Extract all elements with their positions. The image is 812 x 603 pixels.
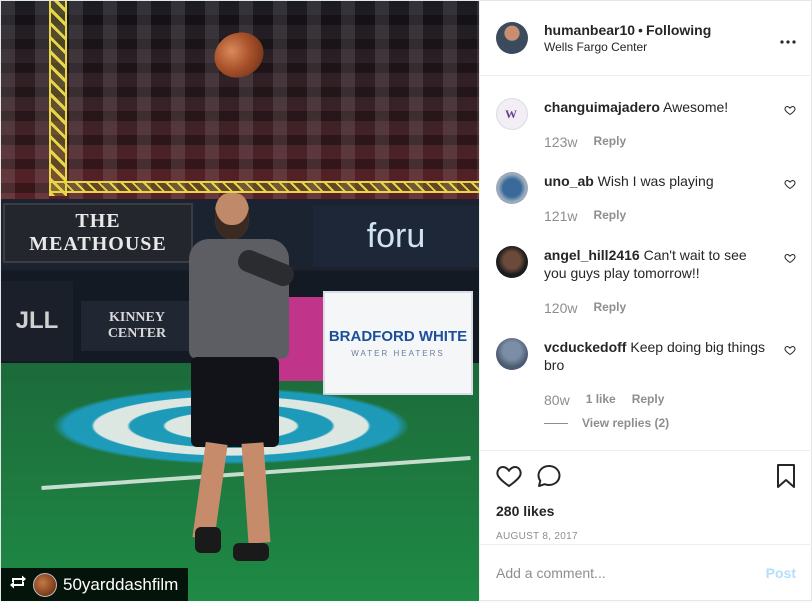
view-replies-line	[544, 422, 568, 424]
player-shoe-left	[195, 527, 221, 553]
comment-icon[interactable]	[536, 464, 562, 491]
reply-button[interactable]: Reply	[593, 208, 626, 224]
jll-banner: JLL	[1, 281, 73, 361]
view-replies-label[interactable]: View replies (2)	[582, 416, 669, 430]
comment-like-icon[interactable]	[784, 252, 796, 264]
comment-text: changuimajadero Awesome!	[544, 98, 766, 116]
post-side-panel: humanbear10 • Following Wells Fargo Center…	[479, 1, 812, 601]
meathouse-banner: THE MEATHOUSE	[3, 203, 193, 263]
view-replies[interactable]: View replies (2)	[544, 416, 669, 430]
commenter-avatar[interactable]	[496, 246, 528, 278]
comment-text: vcduckedoff Keep doing big things bro	[544, 338, 766, 374]
comment-meta: 80w 1 like Reply	[544, 392, 664, 408]
comment-text: angel_hill2416 Can't wait to see you guy…	[544, 246, 766, 282]
bradford-banner-text: BRADFORD WHITE	[328, 328, 468, 345]
commenter-avatar[interactable]: W	[496, 98, 528, 130]
commenter-username[interactable]: changuimajadero	[544, 99, 660, 115]
meathouse-banner-text: THE MEATHOUSE	[29, 210, 167, 255]
reply-button[interactable]: Reply	[632, 392, 665, 408]
player-shoe-right	[233, 543, 269, 561]
more-icon[interactable]	[780, 28, 796, 49]
yellow-truss-vertical	[49, 1, 67, 196]
comment-meta: 123w Reply	[544, 134, 626, 150]
commenter-avatar[interactable]	[496, 338, 528, 370]
post-header: humanbear10 • Following Wells Fargo Center	[480, 1, 812, 76]
foru-banner-text: foru	[366, 216, 426, 255]
comment-likes[interactable]: 1 like	[586, 392, 616, 408]
post-comment-button[interactable]: Post	[766, 565, 796, 581]
repost-icon	[9, 574, 27, 595]
player	[181, 187, 301, 577]
comment-time[interactable]: 121w	[544, 208, 577, 224]
player-leg-right	[241, 442, 271, 544]
commenter-avatar[interactable]	[496, 172, 528, 204]
add-comment-input[interactable]: Add a comment...	[496, 565, 766, 581]
bookmark-icon[interactable]	[776, 463, 796, 492]
action-icons	[496, 463, 796, 491]
post-photo[interactable]: THE MEATHOUSE foru JLL KINNEY CENTER BRA…	[1, 1, 479, 601]
comments-list[interactable]: W changuimajadero Awesome! 123w Reply un…	[480, 76, 812, 450]
player-shorts	[191, 357, 279, 447]
post-date: AUGUST 8, 2017	[496, 531, 578, 542]
header-separator: •	[638, 22, 643, 38]
comment-time[interactable]: 120w	[544, 300, 577, 316]
author-avatar[interactable]	[496, 22, 528, 54]
comment-body: Wish I was playing	[597, 173, 714, 189]
author-line: humanbear10 • Following	[544, 21, 780, 39]
comment-meta: 121w Reply	[544, 208, 626, 224]
likes-count[interactable]: 280 likes	[496, 503, 796, 519]
comment-like-icon[interactable]	[784, 104, 796, 116]
heart-icon[interactable]	[496, 464, 522, 491]
add-comment-bar: Add a comment... Post	[480, 544, 812, 601]
comment-time[interactable]: 80w	[544, 392, 570, 408]
jll-banner-text: JLL	[15, 307, 59, 334]
kinney-banner: KINNEY CENTER	[81, 301, 193, 351]
arena-stands	[1, 1, 479, 201]
player-head	[215, 193, 249, 239]
bradford-white-banner: BRADFORD WHITE WATER HEATERS	[323, 291, 473, 395]
post-actions: 280 likes AUGUST 8, 2017	[480, 450, 812, 544]
follow-button[interactable]: Following	[646, 22, 711, 38]
comment-like-icon[interactable]	[784, 178, 796, 190]
comment-meta: 120w Reply	[544, 300, 626, 316]
foru-banner: foru	[313, 205, 479, 267]
repost-avatar	[33, 572, 57, 597]
instagram-post: THE MEATHOUSE foru JLL KINNEY CENTER BRA…	[0, 0, 812, 601]
author-info: humanbear10 • Following Wells Fargo Center	[544, 21, 780, 55]
commenter-username[interactable]: vcduckedoff	[544, 339, 626, 355]
repost-username[interactable]: 50yarddashfilm	[63, 575, 178, 595]
reply-button[interactable]: Reply	[593, 134, 626, 150]
commenter-username[interactable]: angel_hill2416	[544, 247, 640, 263]
reply-button[interactable]: Reply	[593, 300, 626, 316]
kinney-banner-text: KINNEY CENTER	[107, 310, 167, 341]
comment-text: uno_ab Wish I was playing	[544, 172, 766, 190]
player-leg-left	[192, 441, 228, 541]
commenter-username[interactable]: uno_ab	[544, 173, 594, 189]
repost-tag[interactable]: 50yarddashfilm	[1, 568, 189, 601]
post-location[interactable]: Wells Fargo Center	[544, 39, 780, 55]
svg-text:W: W	[505, 107, 517, 121]
comment-like-icon[interactable]	[784, 344, 796, 356]
author-username[interactable]: humanbear10	[544, 22, 635, 38]
comment-time[interactable]: 123w	[544, 134, 577, 150]
comment-body: Awesome!	[663, 99, 729, 115]
bradford-banner-subtext: WATER HEATERS	[351, 349, 445, 358]
